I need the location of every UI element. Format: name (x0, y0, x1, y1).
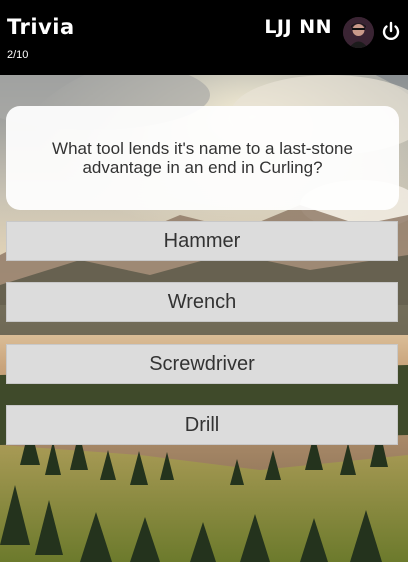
power-icon[interactable] (380, 20, 402, 42)
question-text: What tool lends it's name to a last-ston… (52, 139, 353, 177)
answer-button-hammer[interactable]: Hammer (6, 221, 398, 261)
question-progress: 2/10 (7, 49, 29, 61)
avatar-image (343, 17, 374, 48)
app-title: Trivia (7, 15, 75, 39)
answer-button-screwdriver[interactable]: Screwdriver (6, 344, 398, 384)
user-avatar[interactable] (343, 17, 374, 48)
answer-button-wrench[interactable]: Wrench (6, 282, 398, 322)
top-bar: Trivia 2/10 LJJ NN (0, 0, 408, 75)
question-card: What tool lends it's name to a last-ston… (6, 106, 399, 210)
answer-button-drill[interactable]: Drill (6, 405, 398, 445)
username: LJJ NN (264, 16, 332, 38)
trivia-screen: Trivia 2/10 LJJ NN What tool lends it's … (0, 0, 408, 562)
